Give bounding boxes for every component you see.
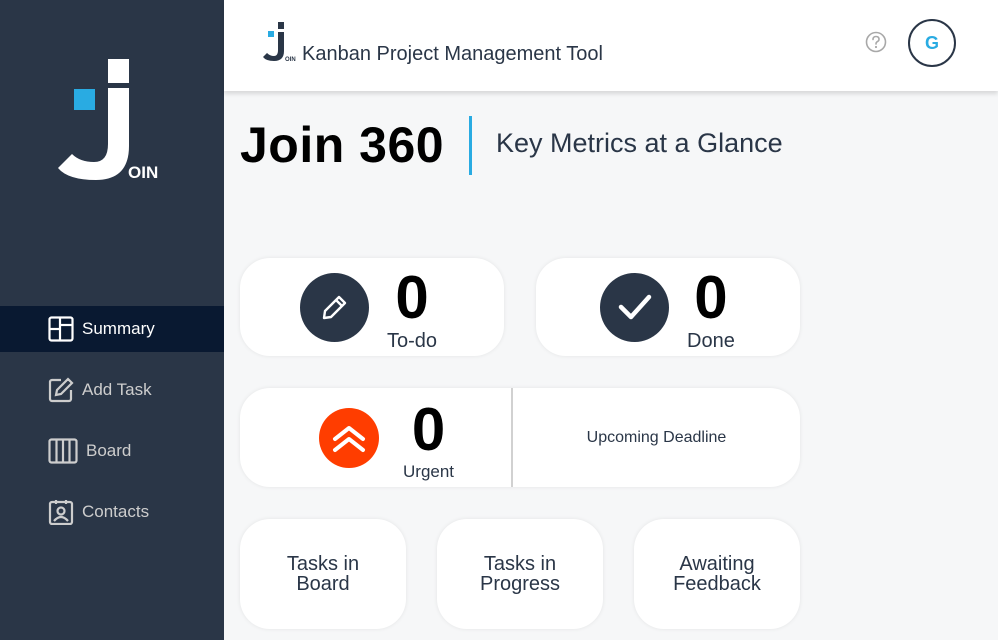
sidebar-nav: Summary Add Task Board Contacts <box>0 306 224 550</box>
tasks-in-progress-line2: Progress <box>479 573 561 595</box>
board-icon <box>48 438 78 464</box>
user-avatar[interactable]: G <box>908 19 956 67</box>
checkmark-icon <box>600 272 669 342</box>
awaiting-feedback-line2: Feedback <box>673 573 761 595</box>
sidebar: OIN Summary Add Task Board Contacts <box>0 0 224 640</box>
done-label: Done <box>687 329 735 352</box>
header: OIN Kanban Project Management Tool G <box>224 0 998 91</box>
urgent-count: 0 <box>411 395 446 463</box>
awaiting-feedback-card[interactable]: Awaiting Feedback <box>634 519 800 629</box>
join-logo[interactable]: OIN <box>58 58 158 182</box>
sidebar-item-label: Summary <box>82 319 155 338</box>
upcoming-deadline-label: Upcoming Deadline <box>586 428 727 446</box>
todo-count: 0 <box>395 263 429 331</box>
edit-icon <box>48 377 74 403</box>
todo-card[interactable]: 0 To-do <box>240 258 504 356</box>
urgent-priority-icon <box>319 407 379 468</box>
logo-text: OIN <box>128 163 158 182</box>
contacts-icon <box>48 499 74 525</box>
awaiting-feedback-line1: Awaiting <box>679 553 755 575</box>
header-logo[interactable]: OIN <box>263 21 297 63</box>
sidebar-item-label: Contacts <box>82 502 150 521</box>
todo-label: To-do <box>387 329 438 352</box>
done-count: 0 <box>694 263 728 331</box>
tasks-in-board-line1: Tasks in <box>286 553 360 575</box>
urgent-label: Urgent <box>403 461 455 481</box>
sidebar-item-label: Board <box>86 441 132 460</box>
pencil-icon <box>300 272 369 342</box>
sidebar-item-add-task[interactable]: Add Task <box>0 367 224 413</box>
done-card[interactable]: 0 Done <box>536 258 800 356</box>
sidebar-item-contacts[interactable]: Contacts <box>0 489 224 535</box>
app-title: Kanban Project Management Tool <box>302 43 603 65</box>
sidebar-item-summary[interactable]: Summary <box>0 306 224 352</box>
tasks-in-board-card[interactable]: Tasks in Board <box>240 519 406 629</box>
summary-icon <box>48 316 74 342</box>
urgent-card[interactable]: 0 Urgent Upcoming Deadline <box>240 388 800 487</box>
title-divider <box>469 116 472 175</box>
tasks-in-progress-line1: Tasks in <box>483 553 557 575</box>
tasks-in-progress-card[interactable]: Tasks in Progress <box>437 519 603 629</box>
sidebar-item-board[interactable]: Board <box>0 428 224 474</box>
help-icon[interactable] <box>865 31 887 53</box>
page-subtitle: Key Metrics at a Glance <box>496 128 783 158</box>
header-logo-text: OIN <box>285 57 296 63</box>
page-title: Join 360 <box>240 117 445 173</box>
sidebar-item-label: Add Task <box>82 380 152 399</box>
tasks-in-board-line2: Board <box>296 573 350 595</box>
